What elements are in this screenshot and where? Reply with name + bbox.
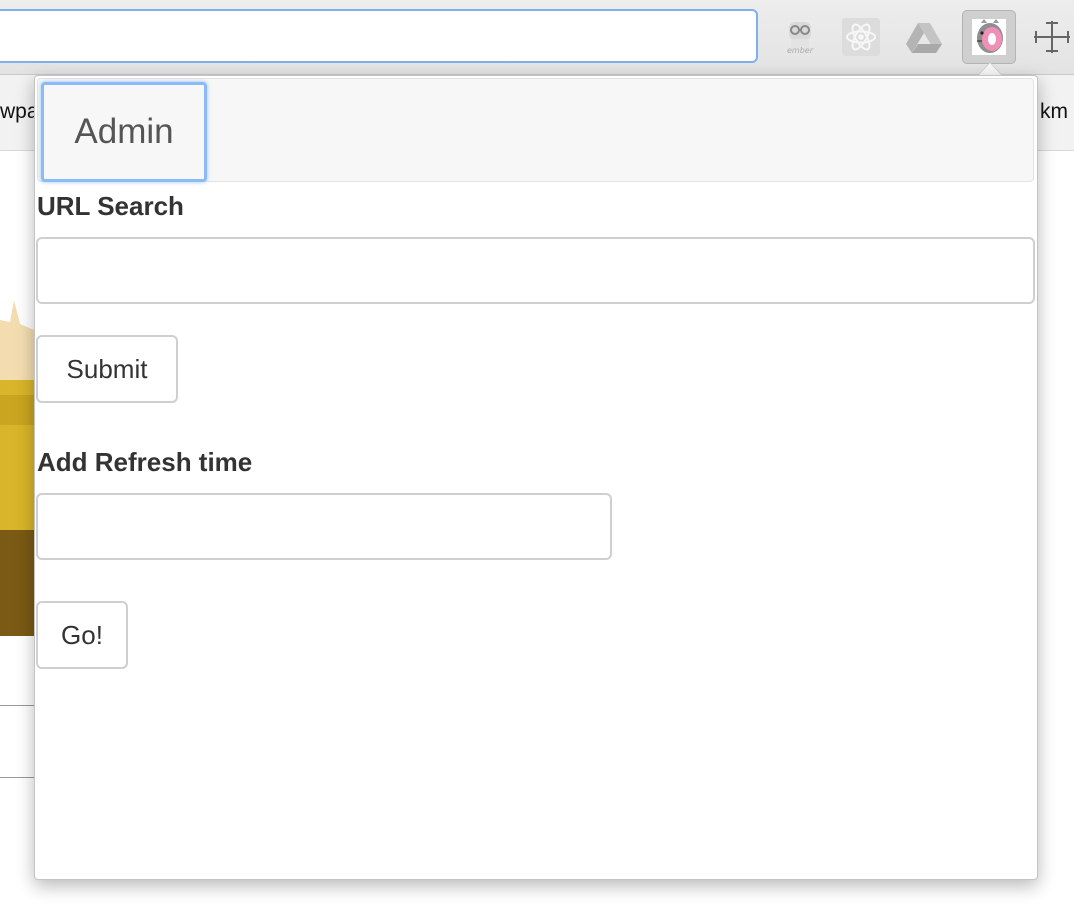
pusheen-extension-icon[interactable] (962, 10, 1016, 64)
svg-text:ember: ember (787, 46, 814, 55)
divider (0, 777, 34, 778)
refresh-time-input[interactable] (36, 493, 612, 560)
address-bar[interactable] (0, 9, 758, 63)
refresh-time-label: Add Refresh time (37, 447, 253, 477)
popup-header: Admin (37, 78, 1034, 182)
extension-popup: Admin URL Search Submit Add Refresh time… (34, 75, 1038, 880)
bookmark-item[interactable]: wpa (0, 100, 39, 124)
url-search-label: URL Search (37, 191, 184, 221)
go-button[interactable]: Go! (36, 601, 128, 669)
tab-admin[interactable]: Admin (41, 82, 207, 182)
browser-toolbar: ember (0, 0, 1074, 75)
google-drive-icon[interactable] (904, 17, 944, 57)
react-devtools-icon[interactable] (841, 17, 881, 57)
page-ruler-icon[interactable] (1032, 17, 1072, 57)
url-search-input[interactable] (36, 237, 1035, 304)
bookmark-item[interactable]: km (1040, 100, 1068, 124)
page-background-image (0, 300, 34, 636)
divider (0, 705, 34, 706)
submit-button[interactable]: Submit (36, 335, 178, 403)
ember-inspector-icon[interactable]: ember (780, 17, 820, 57)
